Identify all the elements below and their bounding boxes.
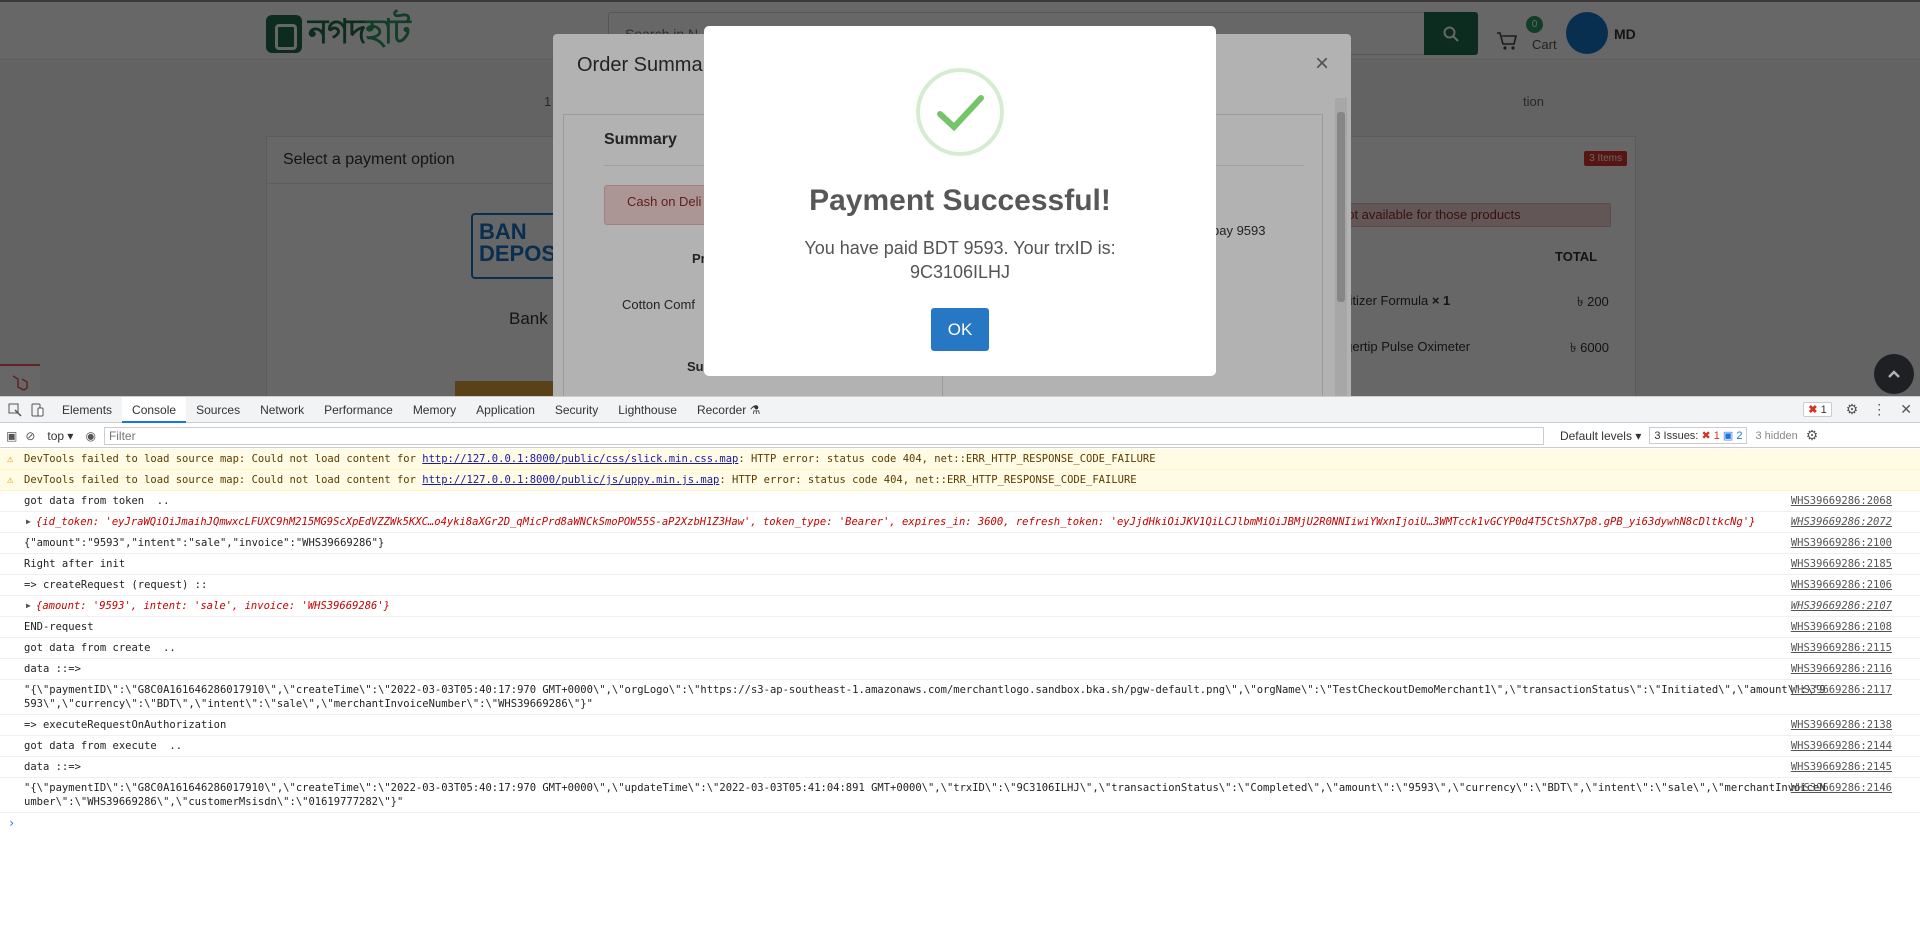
source-link[interactable]: WHS39669286:2185 bbox=[1791, 557, 1892, 571]
console-message: data ::=> WHS39669286:2116 bbox=[0, 659, 1920, 680]
eye-icon[interactable]: ◉ bbox=[85, 429, 95, 443]
flask-icon: ⚗ bbox=[749, 402, 761, 417]
source-link[interactable]: WHS39669286:2072 bbox=[1791, 515, 1892, 529]
success-message: You have paid BDT 9593. Your trxID is: 9… bbox=[804, 238, 1116, 282]
console-message: => executeRequestOnAuthorization WHS39669… bbox=[0, 715, 1920, 736]
expand-arrow-icon: ▶ bbox=[26, 601, 31, 610]
hidden-count: 3 hidden bbox=[1755, 429, 1798, 442]
console-message: END-request WHS39669286:2108 bbox=[0, 617, 1920, 638]
console-message: got data from token .. WHS39669286:2068 bbox=[0, 491, 1920, 512]
console-message: "{\"paymentID\":\"G8C0A161646286017910\"… bbox=[0, 680, 1920, 715]
warning-icon: ⚠ bbox=[7, 453, 14, 465]
console-link[interactable]: http://127.0.0.1:8000/public/css/slick.m… bbox=[422, 453, 738, 465]
source-link[interactable]: WHS39669286:2138 bbox=[1791, 718, 1892, 732]
source-link[interactable]: WHS39669286:2107 bbox=[1791, 599, 1892, 613]
console-object[interactable]: ▶ {id_token: 'eyJraWQiOiJmaihJQmwxcLFUXC9… bbox=[0, 512, 1920, 533]
warning-icon: ⚠ bbox=[7, 474, 14, 486]
tab-recorder[interactable]: Recorder ⚗ bbox=[687, 397, 770, 423]
console-message: {"amount":"9593","intent":"sale","invoic… bbox=[0, 533, 1920, 554]
tab-elements[interactable]: Elements bbox=[52, 397, 122, 423]
devtools-tools bbox=[0, 403, 52, 417]
context-select[interactable]: top ▾ bbox=[43, 429, 77, 443]
console-prompt[interactable]: › bbox=[0, 813, 1920, 833]
console-message: "{\"paymentID\":\"G8C0A161646286017910\"… bbox=[0, 778, 1920, 813]
gear-icon[interactable]: ⚙ bbox=[1846, 401, 1859, 418]
payment-success-dialog: Payment Successful! You have paid BDT 95… bbox=[704, 26, 1216, 376]
tab-network[interactable]: Network bbox=[250, 397, 314, 423]
issues-button[interactable]: 3 Issues: ✖ 1 ▣ 2 bbox=[1649, 427, 1748, 444]
clear-console-icon[interactable]: ⊘ bbox=[25, 429, 35, 443]
tab-memory[interactable]: Memory bbox=[403, 397, 466, 423]
more-icon[interactable]: ⋮ bbox=[1872, 401, 1886, 418]
console-object[interactable]: ▶ {amount: '9593', intent: 'sale', invoic… bbox=[0, 596, 1920, 617]
tab-security[interactable]: Security bbox=[545, 397, 608, 423]
source-link[interactable]: WHS39669286:2146 bbox=[1791, 781, 1892, 795]
tab-sources[interactable]: Sources bbox=[186, 397, 250, 423]
sidebar-toggle-icon[interactable]: ▣ bbox=[6, 429, 17, 443]
ok-button[interactable]: OK bbox=[931, 308, 989, 351]
source-link[interactable]: WHS39669286:2144 bbox=[1791, 739, 1892, 753]
console-message: Right after init WHS39669286:2185 bbox=[0, 554, 1920, 575]
console-message: got data from execute .. WHS39669286:2144 bbox=[0, 736, 1920, 757]
success-check-icon bbox=[916, 68, 1004, 156]
device-toggle-icon[interactable] bbox=[30, 403, 44, 417]
console-message: got data from create .. WHS39669286:2115 bbox=[0, 638, 1920, 659]
error-count-badge[interactable]: ✖ 1 bbox=[1803, 402, 1832, 417]
devtools-tab-bar: Elements Console Sources Network Perform… bbox=[0, 396, 1920, 423]
console-settings-icon[interactable]: ⚙ bbox=[1806, 427, 1819, 444]
tab-performance[interactable]: Performance bbox=[314, 397, 403, 423]
source-link[interactable]: WHS39669286:2100 bbox=[1791, 536, 1892, 550]
error-icon: ✖ bbox=[1808, 404, 1818, 416]
expand-arrow-icon: ▶ bbox=[26, 517, 31, 526]
source-link[interactable]: WHS39669286:2145 bbox=[1791, 760, 1892, 774]
tab-application[interactable]: Application bbox=[466, 397, 545, 423]
source-link[interactable]: WHS39669286:2106 bbox=[1791, 578, 1892, 592]
tab-console[interactable]: Console bbox=[122, 396, 187, 423]
tab-lighthouse[interactable]: Lighthouse bbox=[608, 397, 687, 423]
source-link[interactable]: WHS39669286:2115 bbox=[1791, 641, 1892, 655]
devtools-panel: Elements Console Sources Network Perform… bbox=[0, 396, 1920, 945]
source-link[interactable]: WHS39669286:2108 bbox=[1791, 620, 1892, 634]
console-filter-input[interactable] bbox=[103, 426, 1544, 445]
console-message: => createRequest (request) :: WHS39669286… bbox=[0, 575, 1920, 596]
devtools-actions: ✖ 1 ⚙ ⋮ ✕ bbox=[1803, 401, 1912, 418]
close-icon[interactable]: ✕ bbox=[1900, 401, 1912, 418]
browser-viewport: নগদহাট 0 Cart MD 1 tion Select a payment… bbox=[0, 0, 1920, 396]
console-warning: ⚠ DevTools failed to load source map: Cou… bbox=[0, 449, 1920, 470]
source-link[interactable]: WHS39669286:2116 bbox=[1791, 662, 1892, 676]
console-link[interactable]: http://127.0.0.1:8000/public/js/uppy.min… bbox=[422, 474, 719, 486]
source-link[interactable]: WHS39669286:2117 bbox=[1791, 683, 1892, 697]
console-warning: ⚠ DevTools failed to load source map: Cou… bbox=[0, 470, 1920, 491]
console-output: ⚠ DevTools failed to load source map: Cou… bbox=[0, 449, 1920, 833]
inspect-icon[interactable] bbox=[8, 403, 22, 417]
success-title: Payment Successful! bbox=[809, 184, 1111, 217]
source-link[interactable]: WHS39669286:2068 bbox=[1791, 494, 1892, 508]
console-toolbar: ▣ ⊘ top ▾ ◉ Default levels ▾ 3 Issues: ✖… bbox=[0, 424, 1920, 448]
log-levels-select[interactable]: Default levels ▾ bbox=[1560, 429, 1641, 443]
console-message: data ::=> WHS39669286:2145 bbox=[0, 757, 1920, 778]
